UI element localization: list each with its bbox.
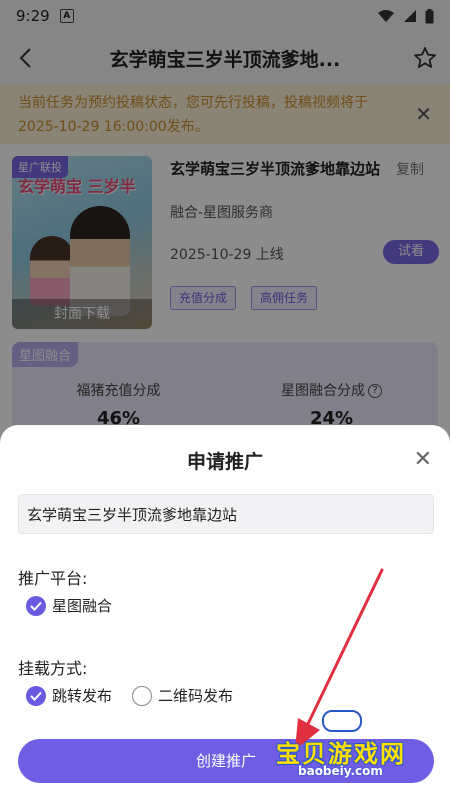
sheet-close-icon[interactable]: ✕	[414, 447, 432, 472]
mount-option-jump[interactable]: 跳转发布	[26, 685, 112, 706]
mount-label: 挂载方式:	[18, 659, 88, 678]
site-watermark-logo: 宝贝游戏网 baobeiy.com	[276, 706, 426, 786]
mount-option-label: 二维码发布	[158, 687, 234, 705]
mount-option-label: 跳转发布	[52, 687, 113, 705]
sheet-title: 申请推广	[186, 451, 263, 473]
checkbox-checked-icon[interactable]	[26, 685, 46, 706]
platform-option-label: 星图融合	[52, 597, 113, 615]
checkbox-unchecked-icon[interactable]	[132, 685, 152, 706]
gamepad-icon	[322, 710, 362, 732]
platform-label: 推广平台:	[18, 569, 88, 588]
platform-option-fusion[interactable]: 星图融合	[26, 595, 112, 616]
mount-option-qrcode[interactable]: 二维码发布	[132, 685, 233, 706]
watermark-url: baobeiy.com	[298, 764, 383, 778]
promotion-name-field[interactable]: 玄学萌宝三岁半顶流爹地靠边站	[18, 494, 434, 534]
checkbox-checked-icon[interactable]	[26, 595, 46, 616]
